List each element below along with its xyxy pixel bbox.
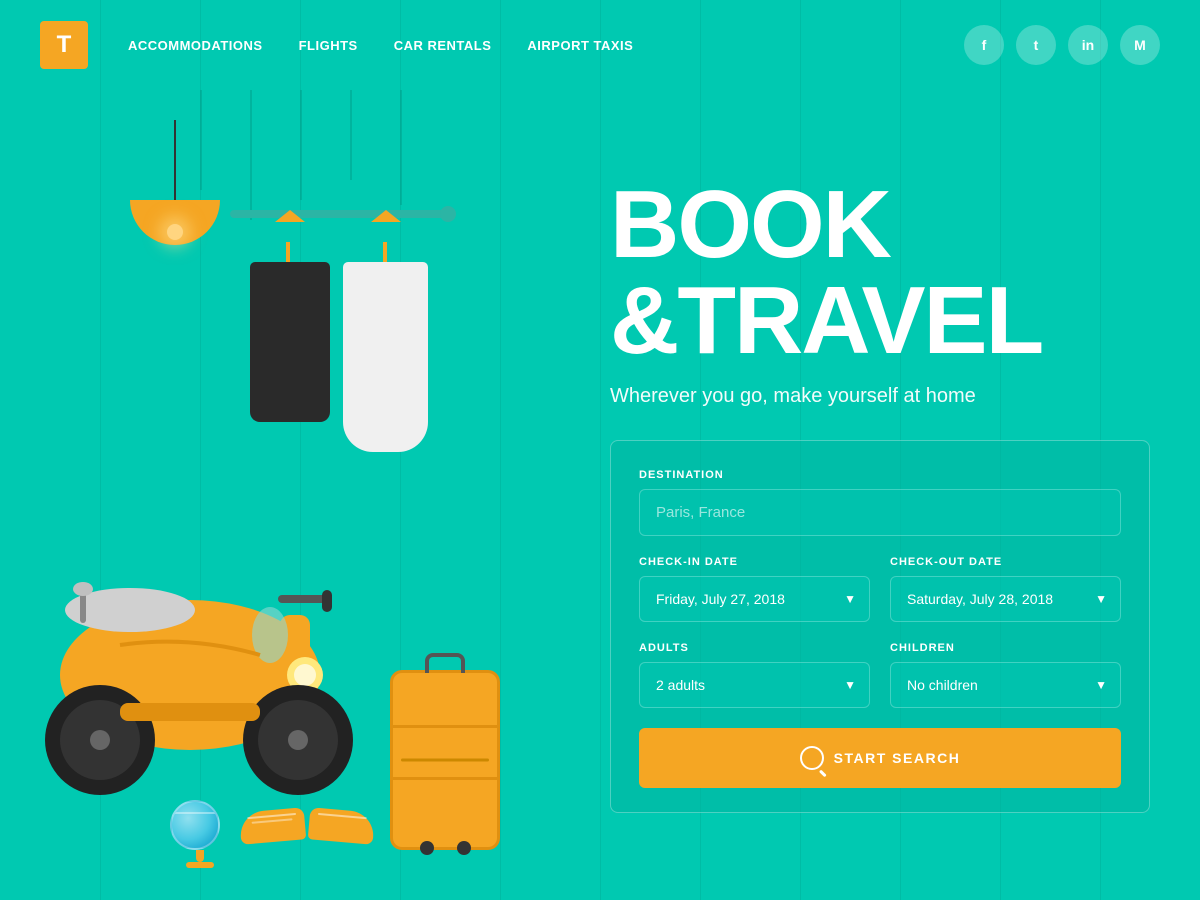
- hero-title: BOOK &TRAVEL: [610, 177, 1150, 369]
- children-wrapper: No children 1 child 2 children 3 childre…: [890, 662, 1121, 708]
- hero-title-line1: BOOK: [610, 177, 1150, 273]
- children-select[interactable]: No children 1 child 2 children 3 childre…: [890, 662, 1121, 708]
- string-4: [350, 90, 352, 180]
- right-content: BOOK &TRAVEL Wherever you go, make yours…: [580, 90, 1200, 900]
- adults-wrapper: 1 adult 2 adults 3 adults 4 adults ▼: [639, 662, 870, 708]
- guests-row: ADULTS 1 adult 2 adults 3 adults 4 adult…: [639, 642, 1121, 708]
- search-button-label: START SEARCH: [834, 750, 961, 766]
- hero-title-line2: &TRAVEL: [610, 273, 1150, 369]
- globe-foot: [186, 862, 214, 868]
- string-3: [300, 90, 302, 200]
- checkin-wrapper: Friday, July 27, 2018 Saturday, July 28,…: [639, 576, 870, 622]
- destination-input[interactable]: [639, 489, 1121, 536]
- lamp-cord: [174, 120, 176, 200]
- nav-car-rentals[interactable]: CAR RENTALS: [394, 38, 492, 53]
- logo-letter: T: [57, 31, 72, 59]
- clothing-rack: [230, 210, 450, 452]
- logo[interactable]: T: [40, 21, 88, 69]
- nav-accommodations[interactable]: ACCOMMODATIONS: [128, 38, 263, 53]
- string-5: [400, 90, 402, 205]
- globe-sphere: [170, 800, 220, 850]
- sneakers: [240, 810, 374, 842]
- destination-group: DESTINATION: [639, 469, 1121, 536]
- lamp-shade: [130, 200, 220, 245]
- children-col: CHILDREN No children 1 child 2 children …: [890, 642, 1121, 708]
- dates-row: CHECK-IN DATE Friday, July 27, 2018 Satu…: [639, 556, 1121, 622]
- hero-illustration: [0, 90, 580, 900]
- lamp-illustration: [130, 120, 220, 245]
- string-2: [250, 90, 252, 220]
- string-1: [200, 90, 202, 190]
- search-form: DESTINATION CHECK-IN DATE Friday, July 2…: [610, 440, 1150, 813]
- medium-icon[interactable]: M: [1120, 25, 1160, 65]
- hero-subtitle: Wherever you go, make yourself at home: [610, 385, 1150, 408]
- search-icon: [800, 746, 824, 770]
- globe-base: [196, 850, 204, 862]
- checkin-col: CHECK-IN DATE Friday, July 27, 2018 Satu…: [639, 556, 870, 622]
- hero-section: BOOK &TRAVEL Wherever you go, make yours…: [0, 90, 1200, 900]
- checkout-select[interactable]: Saturday, July 28, 2018 Sunday, July 29,…: [890, 576, 1121, 622]
- checkout-col: CHECK-OUT DATE Saturday, July 28, 2018 S…: [890, 556, 1121, 622]
- twitter-icon[interactable]: t: [1016, 25, 1056, 65]
- facebook-icon[interactable]: f: [964, 25, 1004, 65]
- checkout-wrapper: Saturday, July 28, 2018 Sunday, July 29,…: [890, 576, 1121, 622]
- scooter: [30, 545, 370, 810]
- checkin-label: CHECK-IN DATE: [639, 556, 870, 568]
- scooter-svg: [30, 545, 370, 805]
- destination-label: DESTINATION: [639, 469, 1121, 481]
- children-label: CHILDREN: [890, 642, 1121, 654]
- nav-airport-taxis[interactable]: AIRPORT TAXIS: [527, 38, 633, 53]
- suitcase: [390, 670, 500, 850]
- main-nav: ACCOMMODATIONS FLIGHTS CAR RENTALS AIRPO…: [128, 38, 964, 53]
- suitcase-wheels: [393, 841, 497, 855]
- adults-label: ADULTS: [639, 642, 870, 654]
- checkout-label: CHECK-OUT DATE: [890, 556, 1121, 568]
- adults-select[interactable]: 1 adult 2 adults 3 adults 4 adults: [639, 662, 870, 708]
- rack-bar: [230, 210, 450, 218]
- linkedin-icon[interactable]: in: [1068, 25, 1108, 65]
- clothes: [250, 222, 450, 452]
- adults-col: ADULTS 1 adult 2 adults 3 adults 4 adult…: [639, 642, 870, 708]
- social-icons: f t in M: [964, 25, 1160, 65]
- suitcase-handle: [425, 653, 465, 673]
- nav-flights[interactable]: FLIGHTS: [299, 38, 358, 53]
- white-dress: [343, 262, 428, 452]
- checkin-select[interactable]: Friday, July 27, 2018 Saturday, July 28,…: [639, 576, 870, 622]
- globe: [170, 800, 230, 860]
- search-button[interactable]: START SEARCH: [639, 728, 1121, 788]
- header: T ACCOMMODATIONS FLIGHTS CAR RENTALS AIR…: [0, 0, 1200, 90]
- dark-jacket: [250, 262, 330, 422]
